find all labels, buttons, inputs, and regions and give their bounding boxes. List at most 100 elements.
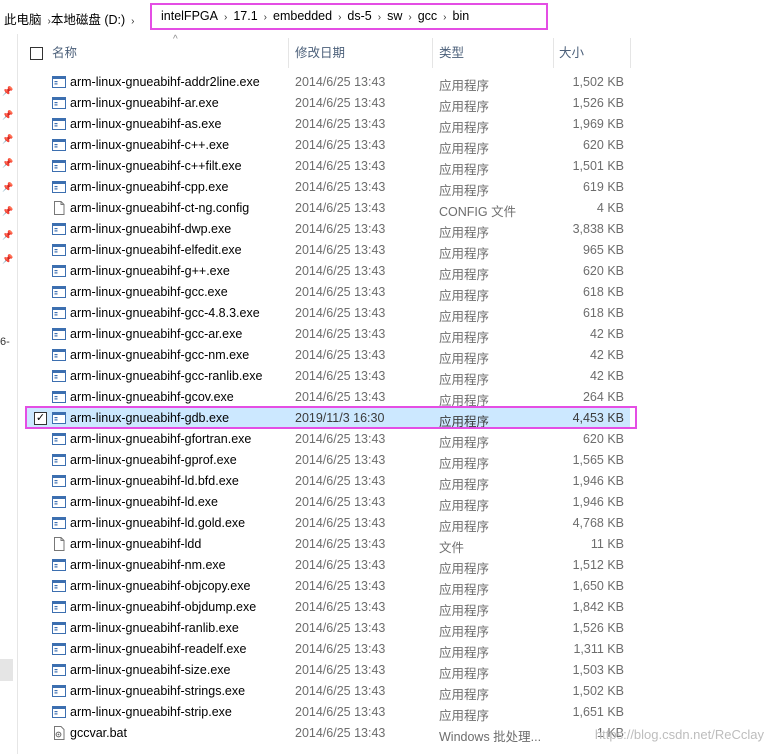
file-name: arm-linux-gnueabihf-strip.exe (70, 705, 232, 719)
file-size: 1,651 KB (572, 705, 624, 719)
pin-icon[interactable]: 📌 (2, 134, 13, 144)
file-name: arm-linux-gnueabihf-gcc-ranlib.exe (70, 369, 263, 383)
file-row[interactable]: arm-linux-gnueabihf-cpp.exe 2014/6/25 13:… (25, 177, 630, 198)
file-modified-date: 2014/6/25 13:43 (295, 726, 386, 740)
exe-icon (52, 159, 66, 173)
nav-item-partial[interactable]: 6- (0, 336, 10, 348)
pin-icon[interactable]: 📌 (2, 230, 13, 240)
scrollbar-thumb[interactable] (0, 659, 13, 681)
file-row[interactable]: arm-linux-gnueabihf-gcc.exe 2014/6/25 13:… (25, 282, 630, 303)
exe-icon (52, 285, 66, 299)
column-divider[interactable] (553, 38, 554, 68)
file-row[interactable]: arm-linux-gnueabihf-gprof.exe 2014/6/25 1… (25, 450, 630, 471)
file-row[interactable]: arm-linux-gnueabihf-g++.exe 2014/6/25 13:… (25, 261, 630, 282)
file-type: 应用程序 (439, 289, 490, 303)
column-type-header[interactable]: 类型 (439, 38, 464, 68)
file-row[interactable]: arm-linux-gnueabihf-objcopy.exe 2014/6/25… (25, 576, 630, 597)
file-row[interactable]: arm-linux-gnueabihf-ld.gold.exe 2014/6/25… (25, 513, 630, 534)
file-type: 应用程序 (439, 247, 490, 261)
column-date-header[interactable]: 修改日期 (295, 38, 345, 68)
exe-icon (52, 558, 66, 572)
file-type: 应用程序 (439, 373, 490, 387)
file-row[interactable]: arm-linux-gnueabihf-size.exe 2014/6/25 13… (25, 660, 630, 681)
pin-icon[interactable]: 📌 (2, 182, 13, 192)
exe-icon (52, 138, 66, 152)
column-divider[interactable] (432, 38, 433, 68)
file-row[interactable]: arm-linux-gnueabihf-gcc-4.8.3.exe 2014/6/… (25, 303, 630, 324)
file-size: 620 KB (582, 432, 624, 446)
column-size-header[interactable]: 大小 (559, 38, 584, 68)
file-row[interactable]: arm-linux-gnueabihf-nm.exe 2014/6/25 13:4… (25, 555, 630, 576)
pin-icon[interactable]: 📌 (2, 206, 13, 216)
file-row[interactable]: arm-linux-gnueabihf-gcc-nm.exe 2014/6/25 … (25, 345, 630, 366)
file-row[interactable]: arm-linux-gnueabihf-dwp.exe 2014/6/25 13:… (25, 219, 630, 240)
file-row[interactable]: arm-linux-gnueabihf-gfortran.exe 2014/6/2… (25, 429, 630, 450)
select-all-checkbox[interactable] (30, 47, 43, 60)
file-row[interactable]: gccvar.bat 2014/6/25 13:43 Windows 批处理... 1… (25, 723, 630, 744)
file-size: 42 KB (589, 327, 624, 341)
file-row[interactable]: arm-linux-gnueabihf-ld.exe 2014/6/25 13:4… (25, 492, 630, 513)
pane-divider[interactable] (17, 34, 18, 754)
file-name: arm-linux-gnueabihf-ct-ng.config (70, 201, 250, 215)
file-size: 1,946 KB (572, 474, 624, 488)
pin-icon[interactable]: 📌 (2, 110, 13, 120)
file-row[interactable]: arm-linux-gnueabihf-gcc-ar.exe 2014/6/25 … (25, 324, 630, 345)
column-divider[interactable] (288, 38, 289, 68)
exe-icon (52, 390, 66, 404)
file-type: 应用程序 (439, 646, 490, 660)
file-name: arm-linux-gnueabihf-addr2line.exe (70, 75, 260, 89)
file-size: 620 KB (582, 138, 624, 152)
file-row[interactable]: arm-linux-gnueabihf-readelf.exe 2014/6/25… (25, 639, 630, 660)
file-name: arm-linux-gnueabihf-size.exe (70, 663, 231, 677)
exe-icon (52, 495, 66, 509)
bat-icon (52, 726, 66, 740)
file-modified-date: 2014/6/25 13:43 (295, 621, 386, 635)
file-row[interactable]: arm-linux-gnueabihf-strings.exe 2014/6/25… (25, 681, 630, 702)
file-row[interactable]: arm-linux-gnueabihf-ranlib.exe 2014/6/25 … (25, 618, 630, 639)
file-row[interactable]: arm-linux-gnueabihf-elfedit.exe 2014/6/25… (25, 240, 630, 261)
file-row[interactable]: arm-linux-gnueabihf-c++filt.exe 2014/6/25… (25, 156, 630, 177)
pin-icon[interactable]: 📌 (2, 86, 13, 96)
exe-icon (52, 348, 66, 362)
file-row[interactable]: arm-linux-gnueabihf-gcov.exe 2014/6/25 13… (25, 387, 630, 408)
pin-icon[interactable]: 📌 (2, 158, 13, 168)
file-type: 应用程序 (439, 352, 490, 366)
file-row[interactable]: arm-linux-gnueabihf-gcc-ranlib.exe 2014/6… (25, 366, 630, 387)
file-modified-date: 2014/6/25 13:43 (295, 117, 386, 131)
exe-icon (52, 516, 66, 530)
file-row[interactable]: arm-linux-gnueabihf-strip.exe 2014/6/25 1… (25, 702, 630, 723)
file-size: 1,565 KB (572, 453, 624, 467)
exe-icon (52, 96, 66, 110)
address-bar[interactable]: 此电脑 ›本地磁盘 (D:) › intelFPGA › 17.1 › embedded › d… (0, 0, 772, 34)
pin-icon[interactable]: 📌 (2, 254, 13, 264)
file-modified-date: 2014/6/25 13:43 (295, 663, 386, 677)
file-name: arm-linux-gnueabihf-ld.bfd.exe (70, 474, 239, 488)
breadcrumb-drive-d[interactable]: 本地磁盘 (D:) (51, 13, 125, 27)
file-name: arm-linux-gnueabihf-gcc-nm.exe (70, 348, 250, 362)
file-name: arm-linux-gnueabihf-gcc.exe (70, 285, 228, 299)
file-name: arm-linux-gnueabihf-ar.exe (70, 96, 219, 110)
file-type: 应用程序 (439, 625, 490, 639)
file-row[interactable]: arm-linux-gnueabihf-addr2line.exe 2014/6/… (25, 72, 630, 93)
file-row[interactable]: arm-linux-gnueabihf-c++.exe 2014/6/25 13:… (25, 135, 630, 156)
file-modified-date: 2014/6/25 13:43 (295, 306, 386, 320)
column-divider[interactable] (630, 38, 631, 68)
exe-icon (52, 642, 66, 656)
file-name: gccvar.bat (70, 726, 127, 740)
file-row[interactable]: arm-linux-gnueabihf-ct-ng.config 2014/6/2… (25, 198, 630, 219)
file-row[interactable]: arm-linux-gnueabihf-ldd 2014/6/25 13:43 文件… (25, 534, 630, 555)
file-modified-date: 2014/6/25 13:43 (295, 684, 386, 698)
column-name-header[interactable]: 名称 (52, 38, 77, 68)
file-row[interactable]: arm-linux-gnueabihf-ar.exe 2014/6/25 13:4… (25, 93, 630, 114)
file-size: 1,842 KB (572, 600, 624, 614)
file-row[interactable]: arm-linux-gnueabihf-ld.bfd.exe 2014/6/25 … (25, 471, 630, 492)
exe-icon (52, 432, 66, 446)
exe-icon (52, 117, 66, 131)
breadcrumb-this-pc[interactable]: 此电脑 (4, 13, 42, 27)
file-row[interactable]: arm-linux-gnueabihf-objdump.exe 2014/6/25… (25, 597, 630, 618)
chevron-right-icon[interactable]: › (131, 16, 134, 27)
file-name: arm-linux-gnueabihf-gcov.exe (70, 390, 234, 404)
exe-icon (52, 474, 66, 488)
file-row[interactable]: arm-linux-gnueabihf-as.exe 2014/6/25 13:4… (25, 114, 630, 135)
file-name: arm-linux-gnueabihf-nm.exe (70, 558, 226, 572)
